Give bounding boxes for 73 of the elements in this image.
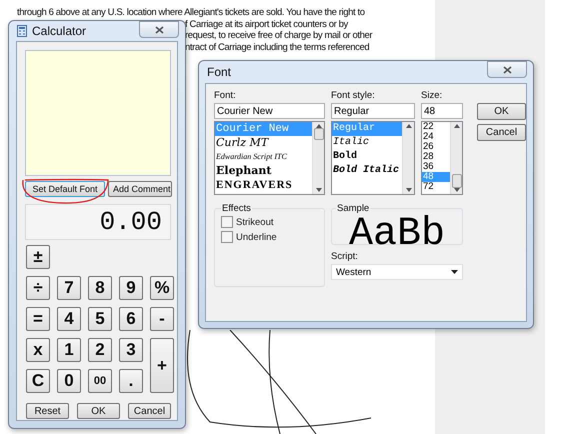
calculator-key[interactable]: C [26,369,50,393]
font-style-item[interactable]: Bold Italic [332,164,402,178]
font-list-item[interactable]: Edwardian Script ITC [215,150,312,164]
close-icon [502,66,512,74]
ok-button[interactable]: OK [77,403,120,419]
set-default-font-button[interactable]: Set Default Font [25,181,105,197]
document-text: through 6 above at any U.S. location where Allegiant's tickets are sold. You have the right to [17,7,366,18]
effect-checkbox[interactable]: Underline [221,231,318,243]
calculator-key[interactable]: x [26,338,50,362]
font-list-item[interactable]: Curlz MT [215,136,312,150]
scrollbar[interactable] [402,122,414,194]
sample-label: Sample [336,203,370,214]
calculator-key[interactable]: ± [26,245,50,269]
size-list-item[interactable]: 72 [422,182,450,192]
add-comment-button[interactable]: Add Comment [108,181,172,197]
calculator-key[interactable]: - [150,307,174,331]
calculator-key[interactable]: 9 [119,276,143,300]
font-style-field[interactable]: Regular [331,103,415,119]
script-select[interactable]: Western [331,264,463,280]
calculator-key[interactable]: + [150,338,174,393]
scroll-thumb[interactable] [452,174,462,188]
scrollbar[interactable] [312,122,324,194]
calculator-key[interactable]: 7 [57,276,81,300]
calculator-key[interactable]: 8 [88,276,112,300]
close-icon [154,26,164,34]
effects-label: Effects [221,203,252,214]
effect-checkbox[interactable]: Strikeout [221,216,318,228]
calculator-key[interactable]: = [26,307,50,331]
font-style-item[interactable]: Bold [332,150,402,164]
calculator-key[interactable]: 4 [57,307,81,331]
close-button[interactable] [139,21,179,38]
document-text: f Carriage at its airport ticket counters or by [185,18,350,30]
font-field[interactable]: Courier New [214,103,325,119]
cancel-button[interactable]: Cancel [477,124,526,141]
close-button[interactable] [487,61,527,78]
calculator-key[interactable]: 1 [57,338,81,362]
calculator-key[interactable]: 6 [119,307,143,331]
calculator-key[interactable]: . [119,369,143,393]
calculator-key[interactable]: % [150,276,174,300]
font-style-item[interactable]: Italic [332,136,402,150]
calculator-key[interactable]: ÷ [26,276,50,300]
scroll-down-icon[interactable] [316,188,322,192]
ok-button[interactable]: OK [477,103,526,120]
size-list-item[interactable]: 22 [422,122,450,132]
scroll-thumb[interactable] [314,128,324,140]
size-field[interactable]: 48 [421,103,463,119]
reset-button[interactable]: Reset [26,403,69,419]
scroll-up-icon[interactable] [406,124,412,128]
font-list-item[interactable]: ENGRAVERS [215,178,312,192]
scroll-up-icon[interactable] [454,124,460,128]
calculator-key[interactable]: 0 [57,369,81,393]
comment-field[interactable] [25,50,171,176]
dialog-title: Font [207,65,232,79]
window-title: Calculator [32,24,88,38]
scrollbar[interactable] [450,122,462,194]
font-style-label: Font style: [331,90,376,103]
font-label: Font: [214,90,237,103]
font-list-item[interactable]: Elephant [215,164,312,178]
dropdown-arrow-icon [451,270,458,274]
calculator-key[interactable]: 5 [88,307,112,331]
size-list-item[interactable]: 24 [422,132,450,142]
size-label: Size: [421,90,444,103]
document-text: request, to receive free of charge by mail or other [185,30,374,42]
size-list-item[interactable]: 28 [422,152,450,162]
calculator-key[interactable]: 2 [88,338,112,362]
calculator-key[interactable]: 3 [119,338,143,362]
size-list-item[interactable]: 26 [422,142,450,152]
calculator-icon [17,25,27,37]
size-list-item[interactable]: 36 [422,162,450,172]
scroll-down-icon[interactable] [406,188,412,192]
calculator-key[interactable]: 00 [88,369,112,393]
calculator-display: 0.00 [25,204,171,240]
cancel-button[interactable]: Cancel [128,403,171,419]
